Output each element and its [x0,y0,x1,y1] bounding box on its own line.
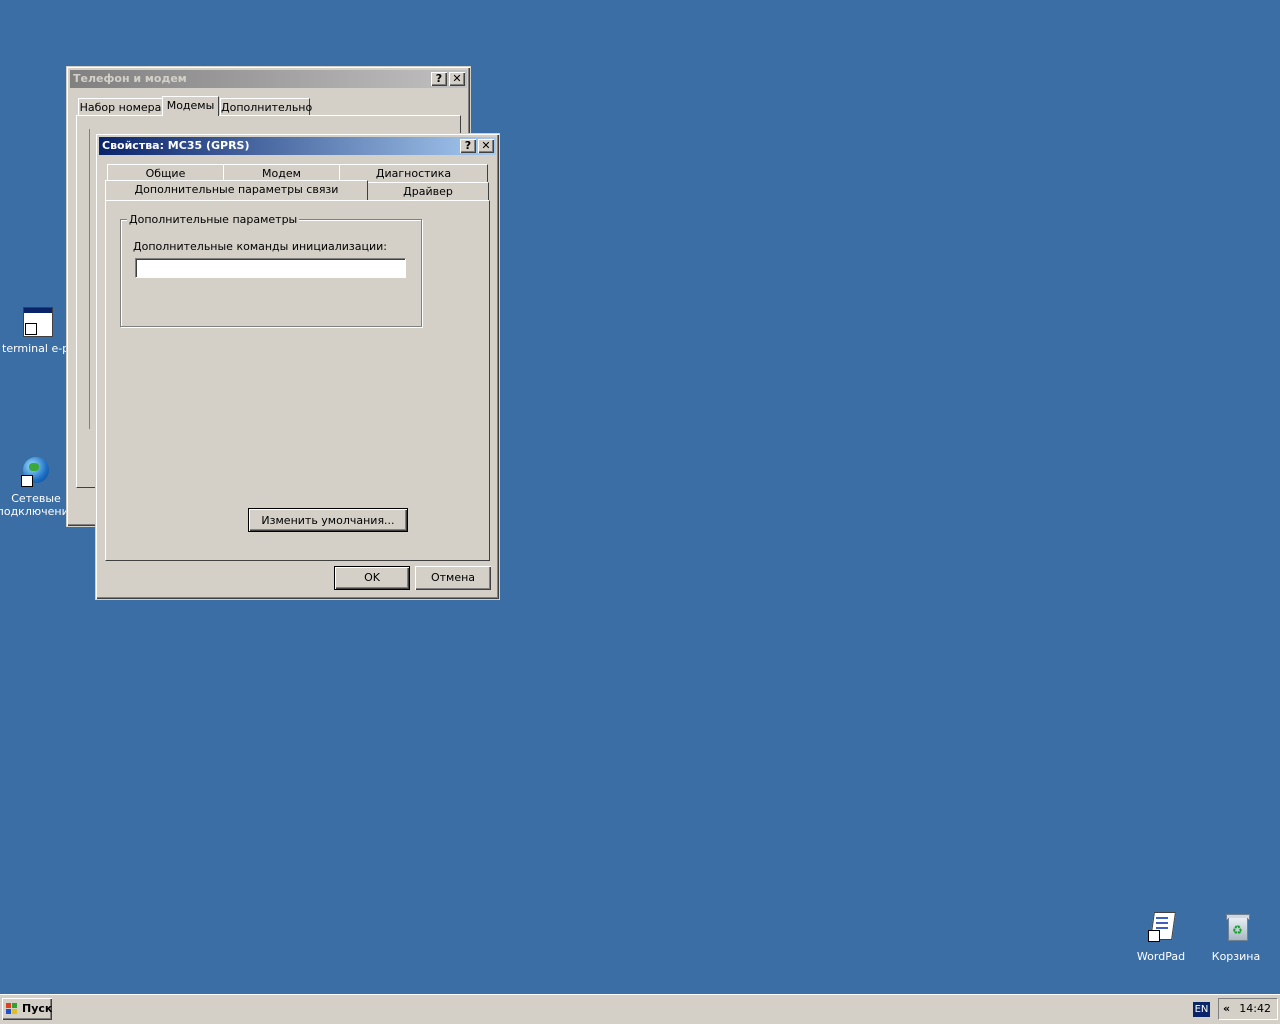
start-button[interactable]: Пуск [2,998,52,1020]
change-defaults-label: Изменить умолчания... [261,514,395,527]
desktop-icon-recycle-bin[interactable]: ♻ Корзина [1196,912,1276,963]
tab-dialing[interactable]: Набор номера [78,98,163,116]
terminal-app-icon: ↗ [23,307,53,337]
desktop-icon-label: WordPad [1136,950,1186,963]
tab-driver[interactable]: Драйвер [367,182,489,200]
clock[interactable]: 14:42 [1239,999,1271,1019]
cancel-button-label: Отмена [430,571,476,584]
desktop-icon-label: Корзина [1211,950,1261,963]
tab-advanced[interactable]: Дополнительно [220,98,312,116]
cancel-button[interactable]: Отмена [415,566,491,590]
init-commands-input[interactable] [135,258,406,278]
desktop-icon-label: Сетевые [11,492,61,505]
phone-modem-titlebar[interactable]: Телефон и модем ? ✕ [70,70,467,88]
help-button[interactable]: ? [431,72,447,86]
tab-advanced-settings[interactable]: Дополнительные параметры связи [105,180,368,200]
help-button[interactable]: ? [460,139,476,153]
ok-button[interactable]: OK [334,566,410,590]
modem-properties-titlebar[interactable]: Свойства: MC35 (GPRS) ? ✕ [99,137,496,155]
desktop-icon-network-connections[interactable]: ↗ Сетевые подключения [0,457,76,518]
system-tray: « 14:42 [1218,998,1278,1020]
window-title: Свойства: MC35 (GPRS) [102,139,250,152]
desktop-icon-wordpad[interactable]: ↗ WordPad [1121,912,1201,963]
close-button[interactable]: ✕ [478,139,494,153]
language-indicator[interactable]: EN [1193,1002,1210,1017]
wordpad-icon: ↗ [1148,912,1176,942]
tab-modems[interactable]: Модемы [162,96,219,116]
advanced-settings-panel: Дополнительные параметры Дополнительные … [105,200,490,561]
language-label: EN [1194,1004,1209,1015]
windows-logo-icon [6,1003,18,1015]
close-button[interactable]: ✕ [449,72,465,86]
network-globe-icon: ↗ [21,457,51,487]
recycle-bin-icon: ♻ [1223,912,1250,942]
tray-expand-button[interactable]: « [1223,999,1230,1019]
modem-properties-window[interactable]: Свойства: MC35 (GPRS) ? ✕ Общие Модем Ди… [95,133,500,600]
advanced-params-group-title: Дополнительные параметры [127,213,300,226]
change-defaults-button[interactable]: Изменить умолчания... [248,508,408,532]
start-label: Пуск [22,1002,53,1015]
init-commands-label: Дополнительные команды инициализации: [133,240,387,253]
desktop-icon-label-2: подключения [0,505,76,518]
window-title: Телефон и модем [73,72,187,85]
ok-button-label: OK [364,571,380,584]
taskbar: Пуск EN « 14:42 [0,994,1280,1024]
